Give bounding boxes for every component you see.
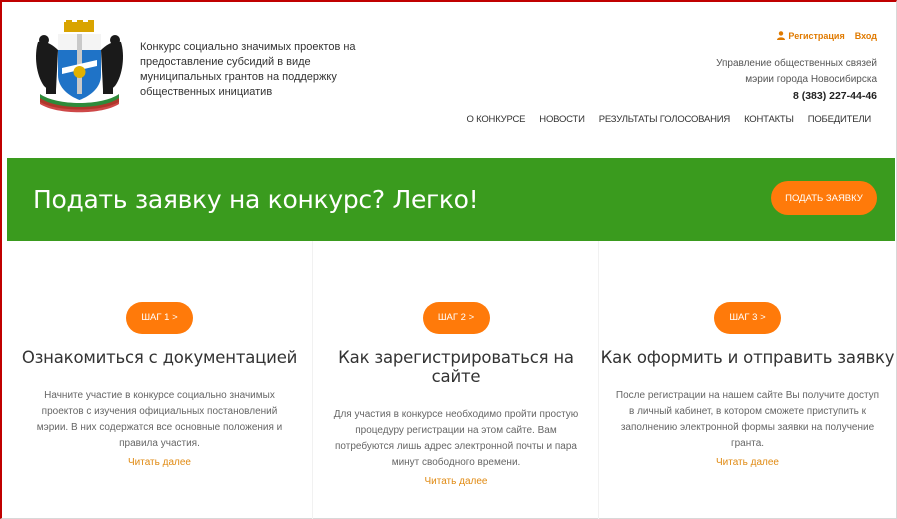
- step-1-button[interactable]: ШАГ 1 >: [126, 302, 193, 334]
- step-2-title: Как зарегистрироваться на сайте: [338, 348, 574, 386]
- steps-section: ШАГ 1 > Ознакомиться с документацией Нач…: [7, 241, 895, 519]
- step-card-3: ШАГ 3 > Как оформить и отправить заявку …: [598, 241, 896, 519]
- nav-item-contacts[interactable]: КОНТАКТЫ: [744, 114, 794, 125]
- nav-item-voting-results[interactable]: РЕЗУЛЬТАТЫ ГОЛОСОВАНИЯ: [599, 114, 731, 125]
- step-3-title: Как оформить и отправить заявку: [600, 348, 895, 367]
- step-card-1: ШАГ 1 > Ознакомиться с документацией Нач…: [7, 241, 312, 519]
- auth-links: Регистрация Вход: [777, 31, 877, 41]
- user-icon: [777, 31, 786, 40]
- step-2-read-more-link[interactable]: Читать далее: [425, 476, 488, 487]
- step-1-read-more-link[interactable]: Читать далее: [128, 457, 191, 468]
- organization-info: Управление общественных связей мэрии гор…: [716, 56, 877, 104]
- login-link[interactable]: Вход: [855, 31, 877, 41]
- submit-application-button[interactable]: ПОДАТЬ ЗАЯВКУ: [771, 181, 877, 215]
- step-3-read-more-link[interactable]: Читать далее: [716, 457, 779, 468]
- step-2-button[interactable]: ШАГ 2 >: [422, 302, 490, 334]
- main-nav: О КОНКУРСЕ НОВОСТИ РЕЗУЛЬТАТЫ ГОЛОСОВАНИ…: [466, 114, 871, 125]
- phone-number: 8 (383) 227-44-46: [792, 90, 877, 102]
- step-card-2: ШАГ 2 > Как зарегистрироваться на сайте …: [312, 241, 599, 519]
- org-name-line2: мэрии города Новосибирска: [745, 74, 877, 85]
- step-2-description: Для участия в конкурсе необходимо пройти…: [333, 409, 579, 468]
- city-emblem-logo[interactable]: [32, 20, 127, 115]
- register-label: Регистрация: [788, 31, 845, 41]
- nav-item-about[interactable]: О КОНКУРСЕ: [466, 114, 525, 125]
- step-3-button[interactable]: ШАГ 3 >: [714, 302, 781, 334]
- hero-banner: Подать заявку на конкурс? Легко! ПОДАТЬ …: [7, 158, 895, 241]
- site-header: Конкурс социально значимых проектов на п…: [0, 0, 897, 158]
- step-1-description: Начните участие в конкурсе социально зна…: [36, 390, 283, 449]
- register-link[interactable]: Регистрация: [777, 31, 845, 41]
- nav-item-news[interactable]: НОВОСТИ: [539, 114, 585, 125]
- banner-title: Подать заявку на конкурс? Легко!: [33, 185, 479, 214]
- nav-item-winners[interactable]: ПОБЕДИТЕЛИ: [808, 114, 871, 125]
- step-3-description: После регистрации на нашем сайте Вы полу…: [615, 390, 880, 449]
- step-1-title: Ознакомиться с документацией: [21, 348, 298, 367]
- site-title: Конкурс социально значимых проектов на п…: [140, 41, 356, 98]
- org-name-line1: Управление общественных связей: [716, 58, 877, 69]
